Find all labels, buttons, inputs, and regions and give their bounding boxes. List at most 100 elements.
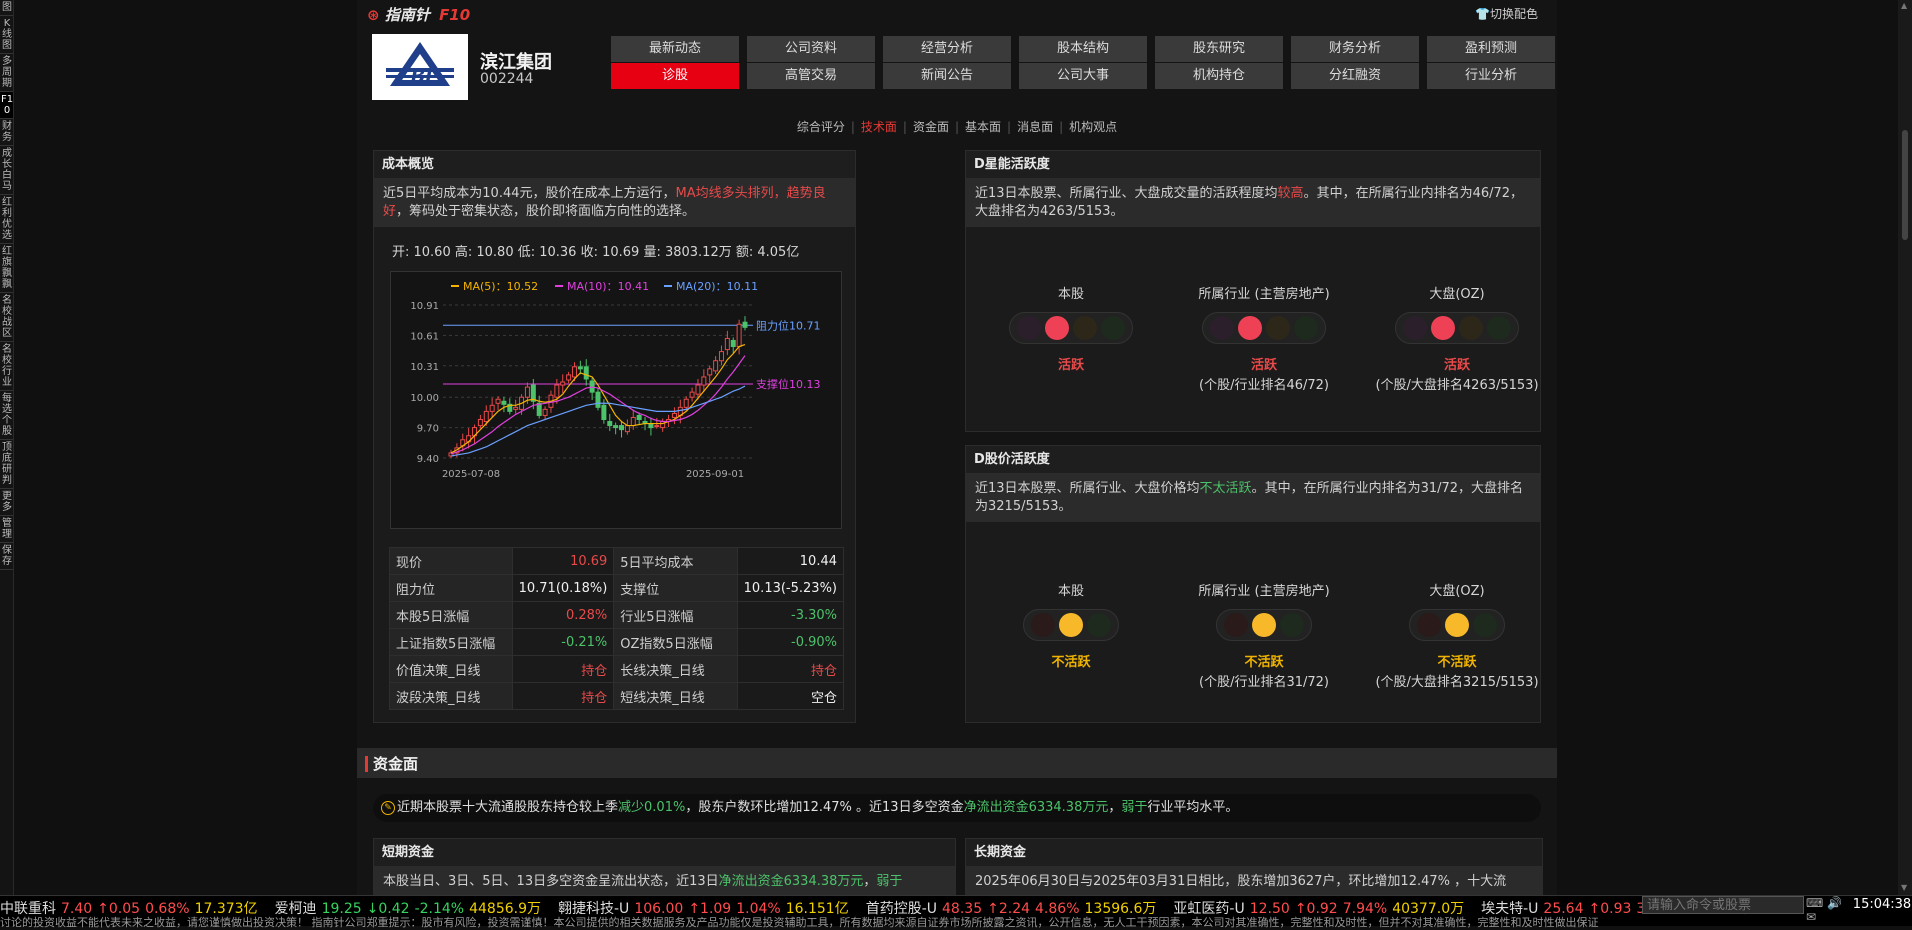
sidebar-item[interactable]: 名校战区 (0, 293, 13, 342)
activity-column: 大盘(OZ) 活跃 (个股/大盘排名4263/5153) (1372, 283, 1542, 393)
subtab[interactable]: 消息面 (1011, 118, 1059, 135)
sidebar-item[interactable]: 成长白马 (0, 146, 13, 195)
candle-body (607, 421, 613, 427)
y-tick-label: 9.70 (417, 424, 439, 435)
liquidity-desc-highlight: 较高 (1277, 186, 1304, 201)
candle-body (601, 404, 607, 420)
nav-button[interactable]: 机构持仓 (1155, 63, 1283, 89)
nav-button[interactable]: 公司大事 (1019, 63, 1147, 89)
sidebar-item[interactable]: 更多 (0, 489, 13, 516)
sidebar-item[interactable]: 红利优选 (0, 195, 13, 244)
volume-icon[interactable]: 🔊 (1827, 896, 1842, 910)
cost-overview-desc: 近5日平均成本为10.44元，股价在成本上方运行，MA均线多头排列，趋势良好，筹… (374, 179, 855, 227)
nav-button[interactable]: 股东研究 (1155, 36, 1283, 62)
keyboard-icon[interactable]: ⌨ (1806, 896, 1823, 910)
brand-logo: ⊛ 指南针 F10 (367, 4, 470, 25)
sidebar-item[interactable]: 保存 (0, 543, 13, 570)
stats-label: OZ指数5日涨幅 (613, 628, 738, 656)
sidebar-item[interactable]: 管理 (0, 516, 13, 543)
sidebar-item[interactable]: 多周期 (0, 54, 13, 92)
nav-button[interactable]: 分红融资 (1291, 63, 1419, 89)
nav-button[interactable]: 股本结构 (1019, 36, 1147, 62)
light-dot (1473, 613, 1497, 637)
nav-button[interactable]: 高管交易 (747, 63, 875, 89)
nav-button[interactable]: 经营分析 (883, 36, 1011, 62)
activity-column: 本股 不活跃 (986, 580, 1156, 671)
theme-toggle-button[interactable]: 👕切换配色 (1475, 5, 1538, 22)
stats-label: 现价 (389, 547, 513, 575)
chat-icon[interactable]: ✉ (1806, 910, 1816, 924)
activity-name: 大盘(OZ) (1429, 287, 1485, 302)
traffic-light (1202, 312, 1326, 344)
alert-highlight: 弱于 (1121, 800, 1148, 815)
nav-button[interactable]: 诊股 (611, 63, 739, 89)
candle-body (736, 323, 742, 348)
sidebar-item[interactable]: K线图 (0, 16, 13, 54)
scroll-down-icon[interactable]: ▼ (1901, 884, 1909, 892)
scroll-up-icon[interactable]: ▲ (1901, 2, 1909, 10)
stats-label: 价值决策_日线 (389, 655, 513, 683)
capital-alert: ✎ 近期本股票十大流通股股东持仓较上季减少0.01%，股东户数环比增加12.47… (373, 794, 1541, 822)
sidebar-item[interactable]: 每选个股 (0, 391, 13, 440)
page-scrollbar[interactable]: ▲ ▼ (1898, 0, 1912, 895)
light-dot (1210, 316, 1234, 340)
y-tick-label: 10.91 (410, 301, 439, 312)
brand-bar: ⊛ 指南针 F10 👕切换配色 (357, 0, 1557, 28)
nav-button[interactable]: 公司资料 (747, 36, 875, 62)
cost-overview-panel: 成本概览 近5日平均成本为10.44元，股价在成本上方运行，MA均线多头排列，趋… (373, 150, 856, 723)
stats-value: 持仓 (736, 655, 845, 683)
sidebar-item[interactable]: 红旗飘飘 (0, 244, 13, 293)
capital-section-title: 资金面 (373, 755, 419, 773)
light-dot (1045, 316, 1069, 340)
activity-rank: (个股/行业排名31/72) (1199, 675, 1329, 690)
light-dot (1294, 316, 1318, 340)
sidebar-item[interactable]: 图 (0, 0, 13, 16)
sidebar-item[interactable]: F10 (0, 92, 13, 119)
subtab[interactable]: 综合评分 (791, 118, 851, 135)
subtab[interactable]: 技术面 (855, 118, 903, 135)
activity-rank: (个股/大盘排名4263/5153) (1375, 378, 1539, 393)
price-desc-part: 近13日本股票、所属行业、大盘价格均 (975, 481, 1200, 496)
nav-button[interactable]: 盈利预测 (1427, 36, 1555, 62)
resistance-label: 阻力位10.71 (756, 318, 821, 332)
kline-chart[interactable]: MA(5)：10.52 MA(10)：10.41 MA(20)：10.11 10.91… (390, 271, 842, 529)
liquidity-activity-panel: D星能活跃度 近13日本股票、所属行业、大盘成交量的活跃程度均较高。其中，在所属… (965, 150, 1541, 432)
kline-chart-svg: MA(5)：10.52 MA(10)：10.41 MA(20)：10.11 10.91… (410, 280, 821, 480)
activity-name: 本股 (1057, 584, 1084, 599)
activity-column: 所属行业 (主营房地产) 活跃 (个股/行业排名46/72) (1179, 283, 1349, 393)
ohlc-summary: 开: 10.60 高: 10.80 低: 10.36 收: 10.69 量: 3… (392, 245, 800, 260)
light-dot (1417, 613, 1441, 637)
nav-button[interactable]: 行业分析 (1427, 63, 1555, 89)
candle-body (683, 398, 689, 408)
nav-button[interactable]: 财务分析 (1291, 36, 1419, 62)
liquidity-title: D星能活跃度 (966, 151, 1540, 179)
ticker-row: 中联重科 7.40 ↑0.05 0.68% 17.373亿 爱柯迪 19.25 ↓0.42 -2… (0, 898, 1826, 917)
subtab[interactable]: 机构观点 (1063, 118, 1123, 135)
nav-button[interactable]: 最新动态 (611, 36, 739, 62)
scroll-thumb[interactable] (1902, 130, 1908, 240)
candle-body (695, 384, 701, 395)
light-dot (1459, 316, 1483, 340)
command-input[interactable] (1642, 896, 1804, 914)
alert-part: ， (1108, 800, 1122, 815)
light-dot (1280, 613, 1304, 637)
nav-button[interactable]: 新闻公告 (883, 63, 1011, 89)
subtab[interactable]: 资金面 (907, 118, 955, 135)
sidebar-item[interactable]: 名校行业 (0, 342, 13, 391)
shirt-icon: 👕 (1475, 7, 1490, 21)
traffic-light (1216, 609, 1312, 641)
candle-body (707, 368, 713, 376)
stats-value: -0.90% (736, 628, 845, 656)
sidebar-item[interactable]: 顶底研判 (0, 440, 13, 489)
long-term-capital-desc: 2025年06月30日与2025年03月31日相比，股东增加3627户，环比增加… (966, 867, 1542, 895)
risk-disclaimer: 讨论的投资收益不能代表未来之收益，请您谨慎做出投资决策！ 指南针公司郑重提示：股… (0, 916, 1599, 929)
bottom-ticker: 中联重科 7.40 ↑0.05 0.68% 17.373亿 爱柯迪 19.25 ↓0.42 -2… (0, 895, 1912, 929)
sidebar-item[interactable]: 财务 (0, 119, 13, 146)
activity-status: 活跃 (1250, 358, 1277, 373)
cost-stats-table: 现价 10.69 5日平均成本 10.44 阻力位 10.71(0.18%) 支撑位 10.1… (389, 547, 845, 710)
stats-label: 5日平均成本 (613, 547, 738, 575)
price-activity-title: D股价活跃度 (966, 446, 1540, 474)
company-header: B J 滨江集团 002244 (372, 34, 602, 100)
candle-body (566, 374, 572, 381)
subtab[interactable]: 基本面 (959, 118, 1007, 135)
